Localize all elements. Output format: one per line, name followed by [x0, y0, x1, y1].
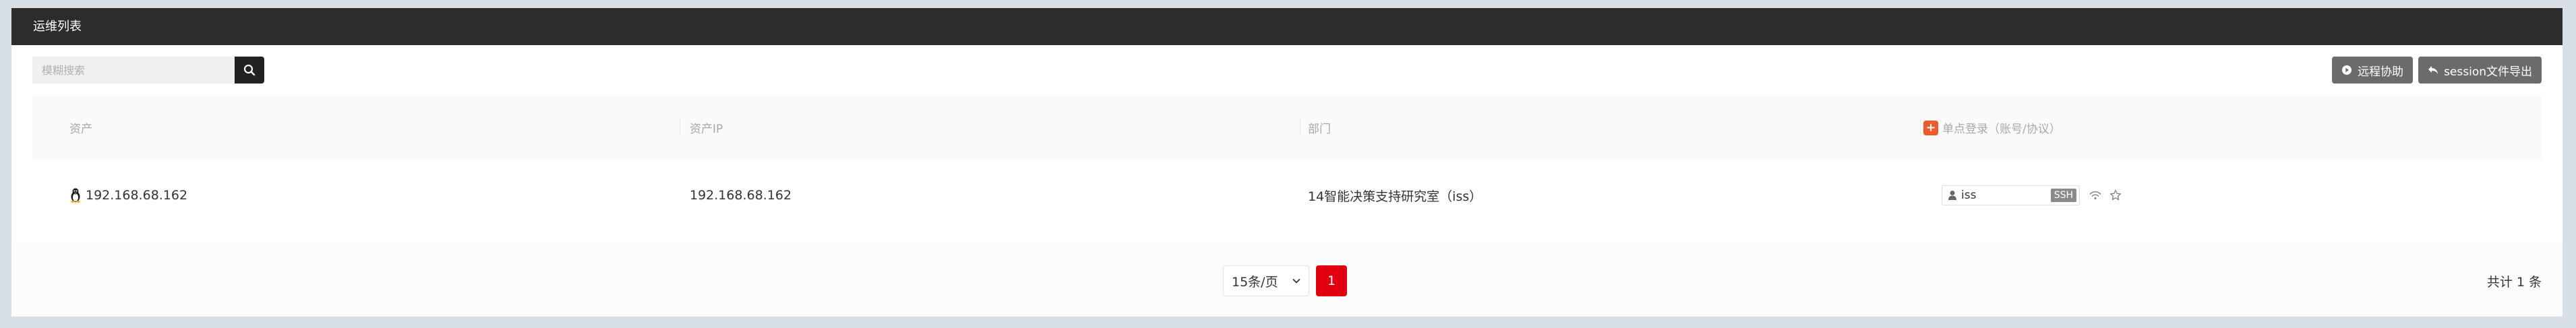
sso-cell: iss SSH: [1942, 160, 2122, 230]
ops-list-panel: 运维列表 远程协助: [11, 8, 2563, 317]
session-export-label: session文件导出: [2444, 65, 2532, 79]
remote-assist-button[interactable]: 远程协助: [2332, 57, 2414, 84]
remote-assist-label: 远程协助: [2358, 65, 2404, 79]
search-button[interactable]: [235, 57, 264, 84]
protocol-badge: SSH: [2050, 189, 2076, 202]
panel-title: 运维列表: [11, 8, 2563, 45]
asset-name[interactable]: 192.168.68.162: [86, 188, 187, 203]
search-box: [32, 57, 264, 84]
page-size-select[interactable]: 15条/页: [1223, 265, 1309, 296]
favorite-star-icon[interactable]: [2109, 189, 2122, 201]
connect-wifi-icon[interactable]: [2089, 190, 2101, 201]
search-input[interactable]: [32, 57, 235, 84]
account-name: iss: [1961, 189, 1977, 202]
table-row: 192.168.68.162 192.168.68.162 14智能决策支持研究…: [32, 160, 2542, 230]
asset-cell: 192.168.68.162: [69, 160, 187, 230]
pager: 15条/页 1: [1223, 265, 1347, 296]
search-icon: [243, 64, 256, 76]
department-cell: 14智能决策支持研究室（iss）: [1308, 189, 1482, 204]
action-buttons: 远程协助 session文件导出: [2332, 57, 2542, 84]
asset-ip-cell: 192.168.68.162: [690, 188, 792, 203]
reply-arrow-icon: [2428, 65, 2438, 75]
chevron-down-icon: [1292, 278, 1300, 284]
col-department: 部门: [1308, 123, 1331, 136]
row-actions: [2089, 189, 2122, 201]
linux-tux-icon: [69, 188, 82, 203]
asset-table: 资产 资产IP 部门 + 单点登录（账号/协议） 192.168.68.162 …: [32, 95, 2542, 230]
user-icon: [1948, 190, 1957, 201]
play-circle-icon: [2341, 65, 2352, 75]
toolbar: 远程协助 session文件导出: [32, 57, 2542, 84]
col-asset: 资产: [69, 123, 92, 136]
total-count: 共计 1 条: [2486, 274, 2542, 290]
col-asset-ip: 资产IP: [690, 123, 723, 136]
table-header: 资产 资产IP 部门 + 单点登录（账号/协议）: [32, 95, 2542, 160]
col-sso-label: 单点登录（账号/协议）: [1942, 123, 2061, 136]
column-divider: [1920, 118, 1921, 137]
account-select[interactable]: iss SSH: [1942, 185, 2080, 205]
sso-plus-icon: +: [1923, 120, 1938, 135]
page-button-current[interactable]: 1: [1316, 265, 1347, 296]
session-export-button[interactable]: session文件导出: [2418, 57, 2542, 84]
col-sso: + 单点登录（账号/协议）: [1923, 95, 2061, 160]
pagination-bar: 15条/页 1 共计 1 条: [11, 242, 2563, 317]
page-size-value: 15条/页: [1232, 274, 1278, 290]
